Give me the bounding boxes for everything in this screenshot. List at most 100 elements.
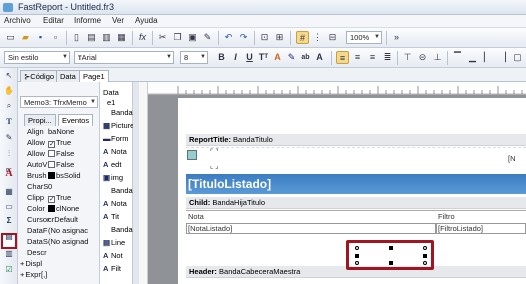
menu-informe[interactable]: Informe <box>74 16 101 25</box>
new-dialog-icon[interactable]: ▤ <box>85 31 98 44</box>
new-icon[interactable]: ▭ <box>4 31 17 44</box>
resize-handle[interactable] <box>389 261 393 265</box>
tree-item[interactable]: A Tit <box>103 212 119 222</box>
property-value[interactable]: True <box>48 137 71 148</box>
delete-page-icon[interactable]: ▥ <box>100 31 113 44</box>
align-right-button[interactable]: ≡ <box>366 51 379 64</box>
tree-item[interactable]: A Not <box>103 251 123 261</box>
menu-ayuda[interactable]: Ayuda <box>135 16 158 25</box>
align-bottom-button[interactable]: ⊥ <box>431 51 444 64</box>
resize-handle[interactable] <box>423 246 427 250</box>
edge-field-text[interactable]: [N <box>508 154 516 164</box>
property-row[interactable]: DataS (No asignad <box>27 236 100 247</box>
property-value[interactable]: bsSolid <box>48 170 81 181</box>
grid-align-icon[interactable]: ⋮ <box>311 31 324 44</box>
filtro-field[interactable]: [FiltroListado] <box>438 224 483 234</box>
checkbox-icon[interactable] <box>48 141 55 148</box>
table-tool-icon[interactable]: ▤ <box>3 231 15 243</box>
format-painter-icon[interactable]: ✎ <box>201 31 214 44</box>
property-row[interactable]: Allow False <box>27 148 100 159</box>
zoom-tool-icon[interactable]: ⌕ <box>3 100 15 112</box>
font-size-select[interactable]: 8 ▼ <box>180 51 208 64</box>
bold-button[interactable]: B <box>215 51 228 64</box>
property-row[interactable]: Descr <box>27 247 100 258</box>
toolbar-overflow-icon[interactable]: » <box>390 31 403 44</box>
frame-all-button[interactable]: ▢ <box>511 51 524 64</box>
resize-handle[interactable] <box>423 254 427 258</box>
frame-bottom-button[interactable]: ▁ <box>466 51 479 64</box>
text-edit-tool-icon[interactable]: T <box>3 116 15 128</box>
rotation-button[interactable]: ab <box>299 51 312 64</box>
sum-tool-icon[interactable]: Σ <box>3 215 15 227</box>
font-select[interactable]: TArial ▼ <box>74 51 174 64</box>
property-row[interactable]: Color clNone <box>27 203 100 214</box>
align-middle-button[interactable]: ⊝ <box>416 51 429 64</box>
resize-handle[interactable] <box>355 254 359 258</box>
font-settings-button[interactable]: Tᵀ <box>257 51 270 64</box>
property-value[interactable]: False <box>48 148 74 159</box>
object-select[interactable]: Memo3: TfrxMemo ▼ <box>20 96 98 108</box>
resize-handle[interactable] <box>355 261 359 265</box>
frame-left-button[interactable]: ▏ <box>481 51 494 64</box>
chart-tool-icon[interactable]: ▥ <box>3 248 15 260</box>
property-value[interactable]: True <box>48 192 71 203</box>
menu-editar[interactable]: Editar <box>43 16 64 25</box>
select-tool-icon[interactable]: ↖ <box>3 70 15 82</box>
redo-icon[interactable]: ↷ <box>237 31 250 44</box>
fit-grid-icon[interactable]: ⊟ <box>326 31 339 44</box>
tab-page1[interactable]: Page1 <box>79 70 109 82</box>
property-row[interactable]: AutoV False <box>27 159 100 170</box>
page-settings-icon[interactable]: ▦ <box>115 31 128 44</box>
save-icon[interactable]: ▪ <box>34 31 47 44</box>
property-row[interactable]: Cursor crDefault <box>27 214 100 225</box>
paste-icon[interactable]: ▣ <box>186 31 199 44</box>
tree-item[interactable]: ▬Form <box>103 134 129 144</box>
property-value[interactable]: [,] <box>41 269 47 280</box>
property-row[interactable]: +Displ <box>20 258 93 269</box>
font-color-button[interactable]: A <box>271 51 284 64</box>
tree-item[interactable]: ▦Picture <box>103 121 134 131</box>
align-left-button[interactable]: ≡ <box>336 51 349 64</box>
new-page-icon[interactable]: ▯ <box>70 31 83 44</box>
band-tool-icon[interactable]: ⫶ <box>3 148 15 160</box>
property-row[interactable]: Clipp True <box>27 192 100 203</box>
preview-icon[interactable]: ▫ <box>49 31 62 44</box>
subreport-tool-icon[interactable]: ▭ <box>3 201 15 213</box>
open-icon[interactable]: ▰ <box>19 31 32 44</box>
resize-handle[interactable] <box>423 261 427 265</box>
property-value[interactable]: (No asignad <box>48 236 88 247</box>
band-reporttitle-area[interactable]: ⌜ ⌝ ⌞ ⌟ [N <box>186 147 526 173</box>
filtro-label[interactable]: Filtro <box>438 212 455 222</box>
tab-events[interactable]: Eventos <box>58 114 94 126</box>
style-select[interactable]: Sin estilo ▼ <box>4 51 70 64</box>
checkbox-icon[interactable] <box>48 161 55 168</box>
selected-memo-highlight[interactable] <box>346 240 434 270</box>
underline-button[interactable]: U <box>243 51 256 64</box>
property-value[interactable]: False <box>48 159 74 170</box>
property-row[interactable]: CharS 0 <box>27 181 100 192</box>
checkbox-icon[interactable] <box>48 196 55 203</box>
group-icon[interactable]: ⊡ <box>258 31 271 44</box>
band-header-child[interactable]: Child: BandaHijaTitulo <box>186 197 526 209</box>
menu-archivo[interactable]: Archivo <box>4 16 31 25</box>
frame-right-button[interactable]: ▕ <box>496 51 509 64</box>
align-center-button[interactable]: ≡ <box>351 51 364 64</box>
tree-item[interactable]: A Nota <box>103 147 127 157</box>
property-row[interactable]: +Expr [,] <box>20 269 93 280</box>
expand-icon[interactable]: + <box>20 270 24 279</box>
picture-tool-icon[interactable]: ▦ <box>3 186 15 198</box>
property-value[interactable]: crDefault <box>48 214 78 225</box>
tree-item[interactable]: ▣img <box>103 173 123 183</box>
highlight-button[interactable]: ✎ <box>285 51 298 64</box>
tab-code[interactable]: ⊱Código <box>20 70 59 82</box>
picture-object[interactable] <box>187 150 197 160</box>
tree-item[interactable]: A Nota <box>103 199 127 209</box>
checkbox-tool-icon[interactable]: ☑ <box>3 264 15 276</box>
tab-properties[interactable]: Propi... <box>24 114 56 126</box>
align-justify-button[interactable]: ≣ <box>381 51 394 64</box>
italic-button[interactable]: I <box>229 51 242 64</box>
property-row[interactable]: Align baNone <box>27 126 100 137</box>
align-top-button[interactable]: ⊤ <box>401 51 414 64</box>
expand-icon[interactable]: + <box>20 259 24 268</box>
tree-item[interactable]: Aedt <box>103 160 121 170</box>
